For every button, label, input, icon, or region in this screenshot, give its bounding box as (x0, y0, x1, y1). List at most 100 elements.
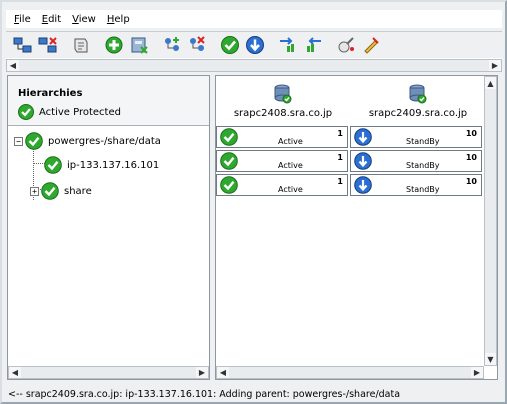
tree-node-label: ip-133.137.16.101 (67, 159, 160, 171)
view-log-icon (338, 37, 354, 53)
server-name: srapc2409.sra.co.jp (368, 108, 468, 119)
hierarchies-status-label: Active Protected (39, 106, 121, 118)
menu-edit[interactable]: Edit (42, 14, 61, 25)
scroll-right-arrow-icon[interactable]: ▶ (471, 367, 483, 378)
menu-file-label: ile (19, 13, 31, 25)
standby-arrow-icon (354, 152, 372, 170)
active-check-icon (25, 132, 43, 150)
application-window: File Edit View Help ◀ ▶ Hierarchies Acti… (0, 0, 507, 404)
menu-edit-label: dit (48, 13, 62, 25)
resource-priority: 1 (337, 153, 343, 162)
active-check-icon (220, 152, 238, 170)
standby-arrow-icon (354, 176, 372, 194)
hierarchy-tree: − powergres-/share/data ip-133.137.16.10… (8, 127, 209, 367)
remove-dependency-button[interactable] (186, 34, 208, 56)
resource-cell-active[interactable]: Active 1 (216, 150, 348, 172)
create-resource-icon (105, 36, 123, 54)
collapse-toggle-icon[interactable]: − (14, 136, 23, 146)
resource-priority: 10 (465, 153, 477, 162)
resource-priority: 10 (465, 177, 477, 186)
server-database-icon (274, 84, 292, 104)
remove-dependency-icon (190, 36, 205, 51)
properties-button[interactable] (70, 34, 92, 56)
disconnect-servers-icon (38, 37, 57, 53)
extend-resource-icon (131, 37, 148, 54)
menu-bar: File Edit View Help (6, 10, 502, 28)
resource-cell-active[interactable]: Active 1 (216, 126, 348, 148)
out-of-service-icon (246, 36, 264, 54)
connect-servers-button[interactable] (12, 34, 34, 56)
menu-help-label: elp (114, 13, 130, 25)
tree-node-powergres[interactable]: − powergres-/share/data (14, 132, 161, 150)
tree-node-ip[interactable]: ip-133.137.16.101 (44, 156, 159, 174)
properties-icon (74, 38, 88, 53)
menu-file[interactable]: File (14, 14, 31, 25)
scroll-up-arrow-icon[interactable]: ▲ (485, 77, 496, 89)
out-of-service-button[interactable] (244, 34, 266, 56)
left-horizontal-scrollbar[interactable]: ◀ ▶ (8, 366, 209, 379)
resource-state-label: StandBy (406, 137, 440, 146)
switchback-button[interactable] (302, 34, 324, 56)
scroll-left-arrow-icon[interactable]: ◀ (217, 367, 229, 378)
server-name: srapc2408.sra.co.jp (233, 108, 333, 119)
tree-node-label: share (64, 185, 92, 197)
resource-state-label: StandBy (406, 161, 440, 170)
servers-panel: srapc2408.sra.co.jp srapc2409.sra.co.jp … (215, 75, 498, 380)
status-message: <-- srapc2409.sra.co.jp: ip-133.137.16.1… (8, 388, 401, 400)
active-check-icon (41, 182, 59, 200)
resource-state-label: Active (278, 137, 303, 146)
resource-priority: 1 (337, 129, 343, 138)
hierarchies-header: Hierarchies Active Protected (8, 76, 209, 126)
server-database-icon (409, 84, 427, 104)
switchover-button[interactable] (277, 34, 299, 56)
tree-node-label: powergres-/share/data (48, 135, 161, 147)
resource-cell-standby[interactable]: StandBy 10 (350, 150, 482, 172)
expand-toggle-icon[interactable]: + (30, 186, 39, 196)
resource-state-label: Active (278, 185, 303, 194)
edit-properties-button[interactable] (360, 34, 382, 56)
menu-view-label: iew (78, 13, 96, 25)
active-protected-check-icon (18, 104, 34, 120)
in-service-button[interactable] (219, 34, 241, 56)
resource-cell-standby[interactable]: StandBy 10 (350, 174, 482, 196)
scroll-left-arrow-icon[interactable]: ◀ (7, 60, 19, 71)
toolbar (6, 31, 502, 59)
server-header-1: srapc2408.sra.co.jp (218, 76, 348, 126)
right-vertical-scrollbar[interactable]: ▲ ▼ (484, 76, 497, 366)
resource-cell-active[interactable]: Active 1 (216, 174, 348, 196)
scroll-left-arrow-icon[interactable]: ◀ (9, 367, 21, 378)
menu-help[interactable]: Help (107, 14, 130, 25)
resource-cell-standby[interactable]: StandBy 10 (350, 126, 482, 148)
scroll-down-arrow-icon[interactable]: ▼ (485, 353, 496, 365)
hierarchies-title: Hierarchies (18, 88, 83, 99)
active-check-icon (220, 176, 238, 194)
toolbar-horizontal-scrollbar[interactable]: ◀ ▶ (6, 59, 502, 72)
add-dependency-icon (165, 37, 179, 51)
view-log-button[interactable] (335, 34, 357, 56)
switchback-icon (307, 37, 321, 52)
hierarchies-status: Active Protected (18, 104, 121, 120)
tree-node-share[interactable]: + share (30, 182, 92, 200)
menu-view[interactable]: View (72, 14, 96, 25)
active-check-icon (220, 128, 238, 146)
resource-priority: 1 (337, 177, 343, 186)
in-service-icon (221, 36, 239, 54)
resource-priority: 10 (465, 129, 477, 138)
server-header-2: srapc2409.sra.co.jp (353, 76, 483, 126)
scroll-right-arrow-icon[interactable]: ▶ (196, 367, 208, 378)
standby-arrow-icon (354, 128, 372, 146)
status-bar: <-- srapc2409.sra.co.jp: ip-133.137.16.1… (6, 386, 502, 402)
connect-servers-icon (13, 37, 32, 53)
disconnect-servers-button[interactable] (37, 34, 59, 56)
add-dependency-button[interactable] (161, 34, 183, 56)
resource-state-label: StandBy (406, 185, 440, 194)
edit-properties-icon (364, 37, 379, 54)
scroll-right-arrow-icon[interactable]: ▶ (489, 60, 501, 71)
active-check-icon (44, 156, 62, 174)
right-horizontal-scrollbar[interactable]: ◀ ▶ (216, 366, 484, 379)
resource-state-label: Active (278, 161, 303, 170)
switchover-icon (280, 37, 294, 52)
create-resource-button[interactable] (103, 34, 125, 56)
menu-view-mnemonic: V (72, 13, 79, 25)
extend-resource-button[interactable] (128, 34, 150, 56)
